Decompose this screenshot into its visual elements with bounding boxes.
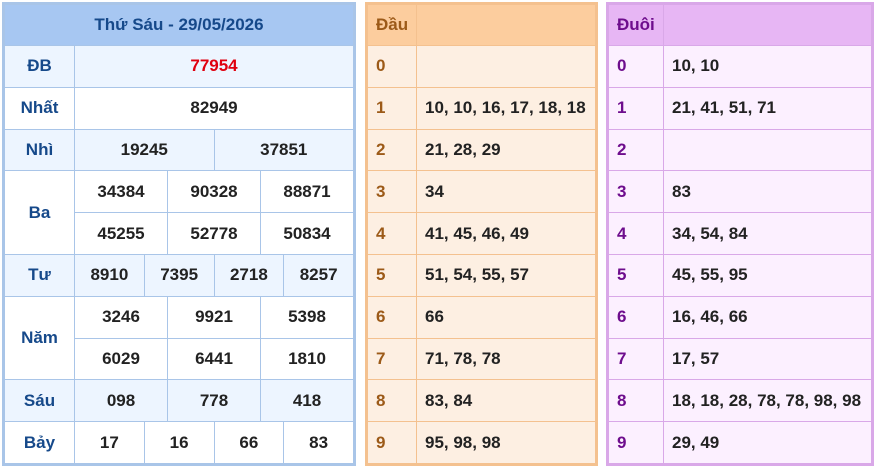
prize-label-nam: Năm [4,295,75,381]
head-key: 5 [367,253,417,297]
tail-digit-table: Đuôi 0 10, 10 1 21, 41, 51, 71 2 3 83 4 34, … [606,2,874,466]
prize-label-sau: Sáu [4,379,75,423]
head-values: 21, 28, 29 [416,128,596,172]
head-key: 3 [367,170,417,214]
fourth-prize-value: 2718 [213,253,285,297]
head-values [416,45,596,88]
tail-key: 4 [608,212,664,255]
third-prize-value: 45255 [74,212,168,255]
head-values: 51, 54, 55, 57 [416,253,596,297]
tail-values: 16, 46, 66 [663,295,872,339]
head-table-title: Đầu [367,4,417,46]
head-values: 95, 98, 98 [416,421,596,464]
head-values: 66 [416,295,596,339]
head-key: 9 [367,421,417,464]
prize-label-db: ĐB [4,45,75,88]
fifth-prize-value: 1810 [260,337,354,381]
head-values: 41, 45, 46, 49 [416,212,596,255]
special-prize-value: 77954 [74,45,354,88]
tail-values: 21, 41, 51, 71 [663,86,872,130]
prize-label-bay: Bảy [4,421,75,464]
tail-values: 34, 54, 84 [663,212,872,255]
prize-label-ba: Ba [4,170,75,255]
prize-label-tu: Tư [4,253,75,297]
sixth-prize-value: 418 [260,379,354,423]
third-prize-value: 90328 [167,170,261,214]
head-key: 1 [367,86,417,130]
fifth-prize-value: 6029 [74,337,168,381]
tail-values: 10, 10 [663,45,872,88]
head-key: 0 [367,45,417,88]
fifth-prize-value: 6441 [167,337,261,381]
third-prize-value: 52778 [167,212,261,255]
tail-values: 18, 18, 28, 78, 78, 98, 98 [663,379,872,423]
head-values: 10, 10, 16, 17, 18, 18 [416,86,596,130]
third-prize-value: 34384 [74,170,168,214]
seventh-prize-value: 66 [213,421,285,464]
tail-key: 7 [608,337,664,381]
head-values: 71, 78, 78 [416,337,596,381]
tail-key: 1 [608,86,664,130]
seventh-prize-value: 16 [143,421,215,464]
results-date-title: Thứ Sáu - 29/05/2026 [4,4,354,46]
tail-values: 83 [663,170,872,214]
prize-label-nhat: Nhất [4,86,75,130]
sixth-prize-value: 098 [74,379,168,423]
tail-values: 17, 57 [663,337,872,381]
third-prize-value: 88871 [260,170,354,214]
seventh-prize-value: 17 [74,421,145,464]
tail-values [663,128,872,172]
tail-table-title: Đuôi [608,4,664,46]
seventh-prize-value: 83 [283,421,354,464]
tail-key: 9 [608,421,664,464]
tail-key: 5 [608,253,664,297]
fourth-prize-value: 7395 [143,253,215,297]
fifth-prize-value: 5398 [260,295,354,339]
head-values: 83, 84 [416,379,596,423]
sixth-prize-value: 778 [167,379,261,423]
tail-key: 8 [608,379,664,423]
tail-key: 0 [608,45,664,88]
tail-values: 45, 55, 95 [663,253,872,297]
head-values: 34 [416,170,596,214]
first-prize-value: 82949 [74,86,354,130]
head-key: 2 [367,128,417,172]
fifth-prize-value: 3246 [74,295,168,339]
fourth-prize-value: 8910 [74,253,145,297]
third-prize-value: 50834 [260,212,354,255]
tail-key: 3 [608,170,664,214]
lottery-results-table: Thứ Sáu - 29/05/2026 ĐB 77954 Nhất 82949… [2,2,356,466]
head-key: 4 [367,212,417,255]
head-digit-table: Đầu 0 1 10, 10, 16, 17, 18, 18 2 21, 28, 2… [365,2,598,466]
fifth-prize-value: 9921 [167,295,261,339]
tail-key: 2 [608,128,664,172]
head-key: 8 [367,379,417,423]
head-key: 7 [367,337,417,381]
second-prize-value: 37851 [213,128,354,172]
second-prize-value: 19245 [74,128,215,172]
tail-values: 29, 49 [663,421,872,464]
head-key: 6 [367,295,417,339]
fourth-prize-value: 8257 [283,253,354,297]
prize-label-nhi: Nhì [4,128,75,172]
tail-key: 6 [608,295,664,339]
